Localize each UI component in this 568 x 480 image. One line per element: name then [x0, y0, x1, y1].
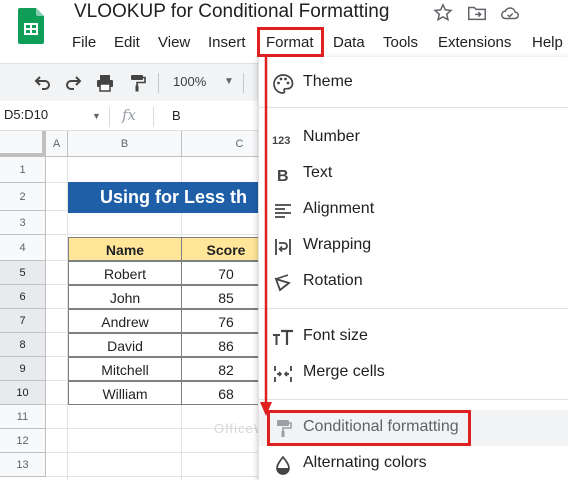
- star-icon[interactable]: [432, 2, 454, 24]
- toolbar-divider: [243, 73, 244, 93]
- menu-item-label: Rotation: [303, 272, 363, 289]
- menu-item-label: Number: [303, 128, 360, 145]
- row-header-3[interactable]: 3: [0, 211, 46, 235]
- menu-insert[interactable]: Insert: [202, 30, 252, 56]
- menu-item-label: Alternating colors: [303, 454, 427, 471]
- column-header-b[interactable]: B: [68, 131, 182, 157]
- menu-item-text[interactable]: B Text: [259, 156, 568, 192]
- cell-name[interactable]: Andrew: [68, 309, 182, 333]
- row-header-1[interactable]: 1: [0, 157, 46, 183]
- sheets-logo-icon[interactable]: [18, 8, 44, 44]
- fx-icon: fx: [122, 106, 137, 124]
- menu-data[interactable]: Data: [327, 30, 371, 56]
- menu-item-alignment[interactable]: Alignment: [259, 192, 568, 228]
- print-icon[interactable]: [95, 73, 115, 93]
- text-wrap-icon: [275, 239, 291, 255]
- formula-divider: [109, 107, 110, 127]
- menu-view[interactable]: View: [152, 30, 196, 56]
- merge-cells-icon: [274, 366, 292, 382]
- zoom-select[interactable]: 100%: [173, 74, 206, 89]
- menu-divider: [259, 399, 568, 400]
- svg-text:B: B: [277, 168, 289, 185]
- gridline: [46, 234, 258, 235]
- menu-item-number[interactable]: 123 Number: [259, 120, 568, 156]
- menu-tools[interactable]: Tools: [377, 30, 424, 56]
- formula-input[interactable]: B: [172, 108, 181, 123]
- cloud-status-icon[interactable]: [499, 2, 521, 24]
- text-rotation-icon: [274, 274, 291, 292]
- undo-icon[interactable]: [32, 73, 52, 93]
- row-header-12[interactable]: 12: [0, 429, 46, 453]
- paint-format-icon[interactable]: [127, 73, 147, 93]
- conditional-formatting-highlight: [267, 410, 471, 446]
- cell-name[interactable]: Mitchell: [68, 357, 182, 381]
- font-size-icon: [273, 329, 293, 345]
- menu-divider: [259, 308, 568, 309]
- toolbar-divider: [158, 73, 159, 93]
- row-header-6[interactable]: 6: [0, 285, 46, 309]
- row-header-10[interactable]: 10: [0, 381, 46, 405]
- menu-item-font-size[interactable]: Font size: [259, 319, 568, 355]
- menu-edit[interactable]: Edit: [108, 30, 146, 56]
- menu-item-label: Merge cells: [303, 363, 385, 380]
- menu-item-label: Wrapping: [303, 236, 372, 253]
- row-header-11[interactable]: 11: [0, 405, 46, 429]
- menu-item-alternating-colors[interactable]: Alternating colors: [259, 446, 568, 480]
- svg-text:123: 123: [272, 135, 290, 147]
- alternating-colors-icon: [276, 455, 290, 475]
- menu-item-wrapping[interactable]: Wrapping: [259, 228, 568, 264]
- gridline: [46, 452, 258, 453]
- row-header-9[interactable]: 9: [0, 357, 46, 381]
- row-header-4[interactable]: 4: [0, 235, 46, 261]
- annotation-arrow-icon: [260, 56, 272, 416]
- cell-name[interactable]: John: [68, 285, 182, 309]
- row-header-2[interactable]: 2: [0, 183, 46, 211]
- cell-name[interactable]: Robert: [68, 261, 182, 285]
- menu-help[interactable]: Help: [526, 30, 568, 56]
- cell-name[interactable]: William: [68, 381, 182, 405]
- menu-extensions[interactable]: Extensions: [432, 30, 517, 56]
- name-box[interactable]: D5:D10: [0, 107, 48, 122]
- menu-item-label: Font size: [303, 327, 368, 344]
- palette-icon: [273, 74, 294, 94]
- name-box-caret-icon[interactable]: ▼: [92, 111, 101, 121]
- menu-item-label: Text: [303, 164, 333, 181]
- gridline: [46, 476, 258, 477]
- column-header-a[interactable]: A: [46, 131, 68, 157]
- row-header-13[interactable]: 13: [0, 453, 46, 477]
- document-title[interactable]: VLOOKUP for Conditional Formatting: [74, 1, 389, 23]
- row-header-5[interactable]: 5: [0, 261, 46, 285]
- menu-divider: [259, 107, 568, 108]
- title-banner[interactable]: Using for Less th: [68, 182, 268, 213]
- row-header-8[interactable]: 8: [0, 333, 46, 357]
- row-header-7[interactable]: 7: [0, 309, 46, 333]
- header-cell-name[interactable]: Name: [68, 237, 182, 261]
- menu-item-label: Theme: [303, 73, 353, 90]
- menu-item-label: Alignment: [303, 200, 375, 217]
- redo-icon[interactable]: [64, 73, 84, 93]
- move-folder-icon[interactable]: [466, 2, 488, 24]
- menu-item-rotation[interactable]: Rotation: [259, 264, 568, 300]
- menu-item-theme[interactable]: Theme: [259, 65, 568, 101]
- menu-item-merge-cells[interactable]: Merge cells: [259, 355, 568, 391]
- zoom-caret-icon[interactable]: ▼: [224, 76, 234, 87]
- number-123-icon: 123: [272, 135, 290, 147]
- formula-divider: [153, 107, 154, 127]
- cell-name[interactable]: David: [68, 333, 182, 357]
- format-menu-highlight: [257, 27, 324, 57]
- bold-icon: B: [277, 168, 289, 185]
- align-left-icon: [275, 204, 291, 218]
- menu-file[interactable]: File: [66, 30, 102, 56]
- select-all-corner[interactable]: [0, 131, 46, 157]
